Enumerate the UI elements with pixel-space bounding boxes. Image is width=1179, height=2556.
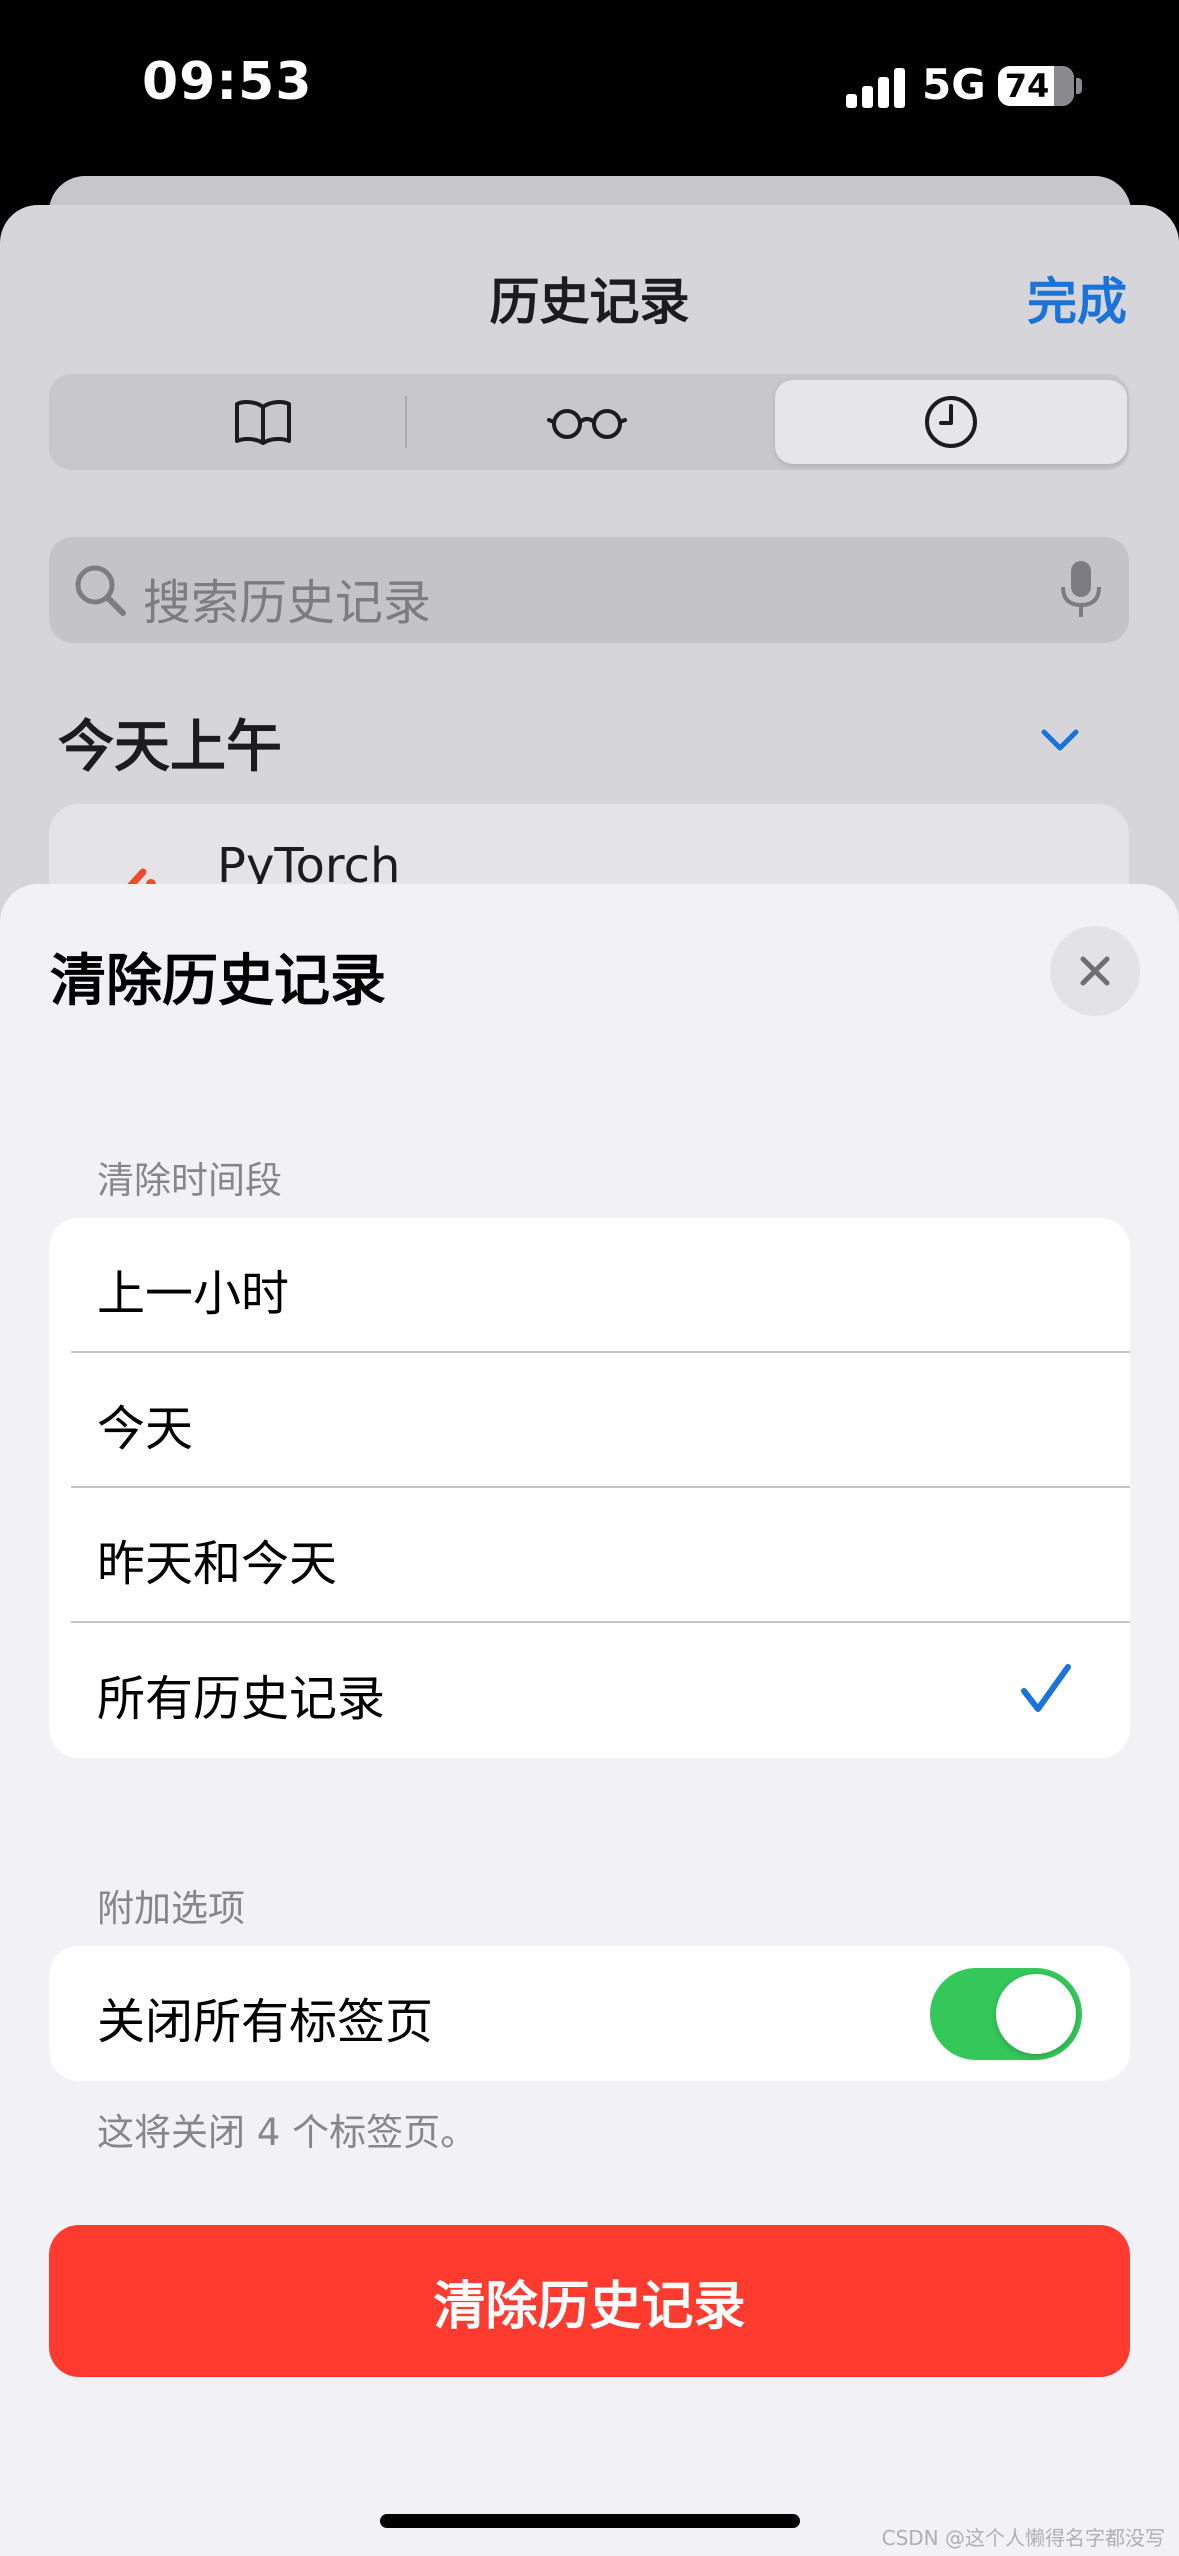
option-label: 所有历史记录: [97, 1671, 386, 1727]
bookmark-segmented-control: [49, 374, 1129, 470]
extra-options-label: 附加选项: [97, 1887, 245, 1930]
search-history-bar[interactable]: 搜索历史记录: [49, 537, 1129, 643]
glasses-icon: [547, 409, 627, 439]
status-bar: 09:53 5G 74: [0, 0, 1179, 170]
microphone-icon[interactable]: [1059, 559, 1103, 621]
close-all-tabs-row: 关闭所有标签页: [49, 1946, 1130, 2081]
clear-history-button[interactable]: 清除历史记录: [49, 2225, 1130, 2377]
cellular-signal-icon: [846, 66, 906, 108]
home-indicator[interactable]: [380, 2514, 800, 2528]
search-icon: [75, 565, 126, 616]
section-title: 今天上午: [58, 715, 282, 780]
close-all-tabs-toggle[interactable]: [930, 1968, 1082, 2060]
option-label: 昨天和今天: [97, 1536, 338, 1592]
book-icon: [235, 400, 291, 445]
extra-options-group: 关闭所有标签页: [49, 1946, 1130, 2081]
option-label: 今天: [97, 1401, 194, 1457]
tab-history[interactable]: [775, 380, 1127, 464]
tab-reading-list[interactable]: [411, 380, 763, 464]
toggle-knob: [996, 1974, 1076, 2054]
done-button[interactable]: 完成: [1027, 262, 1127, 334]
close-icon: [1080, 956, 1110, 986]
clear-history-button-label: 清除历史记录: [433, 2276, 746, 2337]
timeframe-group: 上一小时 今天 昨天和今天 所有历史记录: [49, 1218, 1130, 1758]
chevron-down-icon[interactable]: [1036, 720, 1084, 760]
battery-tip: [1076, 78, 1082, 94]
sheet-title: 清除历史记录: [50, 949, 386, 1014]
search-input[interactable]: 搜索历史记录: [143, 563, 431, 633]
watermark: CSDN @这个人懒得名字都没写: [881, 2526, 1165, 2550]
timeframe-option-yesterday-today[interactable]: 昨天和今天: [49, 1488, 1130, 1623]
close-all-tabs-label: 关闭所有标签页: [97, 1994, 434, 2050]
network-type: 5G: [922, 60, 986, 109]
history-title: 历史记录: [489, 273, 690, 331]
timeframe-option-today[interactable]: 今天: [49, 1353, 1130, 1488]
close-tabs-footnote: 这将关闭 4 个标签页。: [97, 2111, 478, 2154]
battery-level: 74: [1004, 67, 1050, 105]
timeframe-option-last-hour[interactable]: 上一小时: [49, 1218, 1130, 1353]
checkmark-icon: [1021, 1664, 1071, 1712]
status-time: 09:53: [142, 52, 313, 112]
tab-bookmarks[interactable]: [87, 380, 439, 464]
close-button[interactable]: [1050, 926, 1140, 1016]
timeframe-label: 清除时间段: [97, 1159, 282, 1202]
battery-icon: 74: [998, 66, 1074, 106]
clock-icon: [925, 396, 977, 448]
timeframe-option-all-history[interactable]: 所有历史记录: [49, 1623, 1130, 1758]
option-label: 上一小时: [97, 1266, 290, 1322]
screen: 09:53 5G 74 历史记录 完成 搜索历史记录 今天上午 PyTorch …: [0, 0, 1179, 2556]
